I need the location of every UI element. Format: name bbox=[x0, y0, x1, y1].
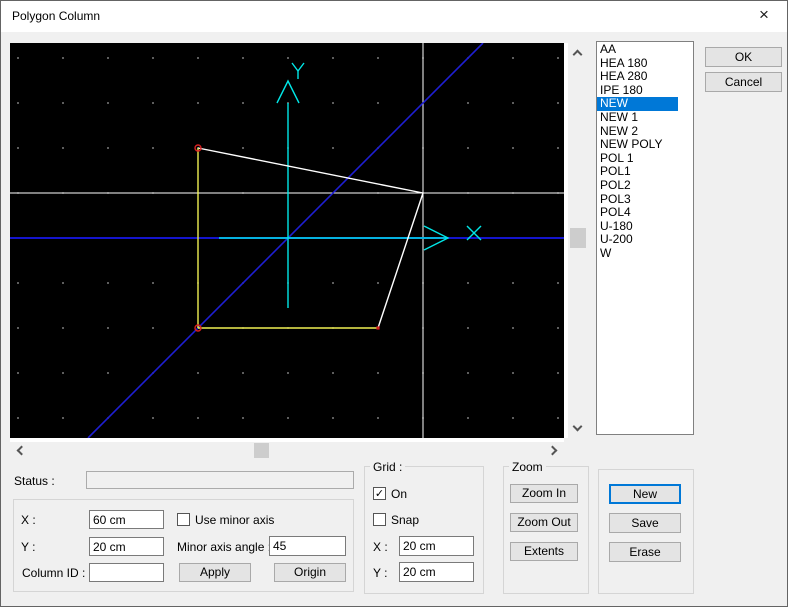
new-button[interactable]: New bbox=[609, 484, 681, 504]
use-minor-axis-label: Use minor axis bbox=[195, 513, 274, 527]
grid-on-label: On bbox=[391, 487, 407, 501]
vertical-scrollbar-thumb[interactable] bbox=[570, 228, 586, 248]
list-item[interactable]: HEA 280 bbox=[597, 70, 693, 84]
list-item[interactable]: U-200 bbox=[597, 233, 693, 247]
grid-y-label: Y : bbox=[373, 566, 387, 580]
x-coordinate-input[interactable] bbox=[89, 510, 164, 529]
section-listbox[interactable]: AAHEA 180HEA 280IPE 180NEWNEW 1NEW 2NEW … bbox=[596, 41, 694, 435]
x-label: X : bbox=[21, 513, 36, 527]
grid-x-label: X : bbox=[373, 540, 388, 554]
list-item[interactable]: HEA 180 bbox=[597, 57, 693, 71]
grid-x-input[interactable] bbox=[399, 536, 474, 556]
status-label: Status : bbox=[14, 474, 55, 488]
close-icon[interactable]: × bbox=[743, 1, 785, 31]
cancel-button[interactable]: Cancel bbox=[705, 72, 782, 92]
column-id-label: Column ID : bbox=[22, 566, 85, 580]
list-item[interactable]: NEW bbox=[597, 97, 678, 111]
zoom-out-button[interactable]: Zoom Out bbox=[510, 513, 578, 532]
list-item[interactable]: W bbox=[597, 247, 693, 261]
y-label: Y : bbox=[21, 540, 35, 554]
erase-button[interactable]: Erase bbox=[609, 542, 681, 562]
minor-axis-angle-input[interactable] bbox=[269, 536, 346, 556]
zoom-extents-button[interactable]: Extents bbox=[510, 542, 578, 561]
list-item[interactable]: AA bbox=[597, 43, 693, 57]
y-coordinate-input[interactable] bbox=[89, 537, 164, 556]
scroll-left-icon[interactable] bbox=[17, 446, 27, 456]
grid-on-checkbox[interactable]: ✓ bbox=[373, 487, 386, 500]
scroll-up-icon[interactable] bbox=[573, 50, 583, 60]
canvas-horizontal-scrollbar[interactable] bbox=[10, 442, 564, 459]
grid-y-input[interactable] bbox=[399, 562, 474, 582]
list-item[interactable]: NEW POLY bbox=[597, 138, 693, 152]
list-item[interactable]: POL2 bbox=[597, 179, 693, 193]
list-item[interactable]: POL 1 bbox=[597, 152, 693, 166]
minor-axis-angle-label: Minor axis angle : bbox=[177, 540, 271, 554]
zoom-in-button[interactable]: Zoom In bbox=[510, 484, 578, 503]
list-item[interactable]: NEW 1 bbox=[597, 111, 693, 125]
column-id-input[interactable] bbox=[89, 563, 164, 582]
scroll-down-icon[interactable] bbox=[573, 422, 583, 432]
grid-group-title: Grid : bbox=[370, 460, 405, 474]
list-item[interactable]: IPE 180 bbox=[597, 84, 693, 98]
list-item[interactable]: POL1 bbox=[597, 165, 693, 179]
apply-button[interactable]: Apply bbox=[179, 563, 251, 582]
status-field bbox=[86, 471, 354, 489]
scroll-right-icon[interactable] bbox=[548, 446, 558, 456]
list-item[interactable]: POL4 bbox=[597, 206, 693, 220]
ok-button[interactable]: OK bbox=[705, 47, 782, 67]
grid-snap-checkbox[interactable] bbox=[373, 513, 386, 526]
title-bar: Polygon Column × bbox=[1, 1, 787, 32]
polygon-column-dialog: Polygon Column × AAHEA 180HEA 280IPE 180… bbox=[0, 0, 788, 607]
dialog-title: Polygon Column bbox=[12, 1, 100, 31]
canvas-vertical-scrollbar[interactable] bbox=[568, 43, 588, 438]
save-button[interactable]: Save bbox=[609, 513, 681, 533]
grid-snap-label: Snap bbox=[391, 513, 419, 527]
list-item[interactable]: NEW 2 bbox=[597, 125, 693, 139]
origin-button[interactable]: Origin bbox=[274, 563, 346, 582]
zoom-group-title: Zoom bbox=[509, 460, 546, 474]
drawing-canvas[interactable] bbox=[10, 43, 564, 438]
list-item[interactable]: POL3 bbox=[597, 193, 693, 207]
use-minor-axis-checkbox[interactable] bbox=[177, 513, 190, 526]
horizontal-scrollbar-thumb[interactable] bbox=[254, 443, 269, 458]
polygon-drawing[interactable] bbox=[10, 43, 564, 438]
list-item[interactable]: U-180 bbox=[597, 220, 693, 234]
